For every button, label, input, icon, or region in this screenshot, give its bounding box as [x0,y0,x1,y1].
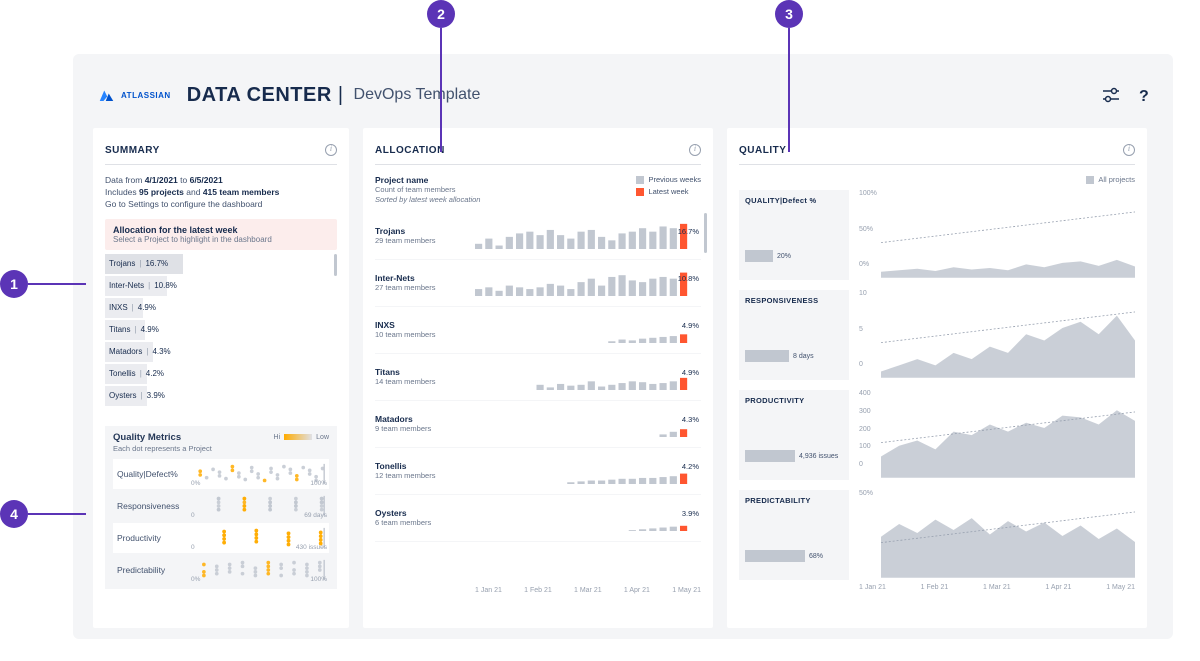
project-item-oysters[interactable]: Oysters|3.9% [105,386,337,406]
allocation-list: Trojans29 team members 16.7%Inter-Nets27… [375,213,701,583]
allocation-row[interactable]: Oysters6 team members 3.9% [375,495,701,542]
quality-row: QUALITY|Defect % 20% 100%50%0% [739,190,1135,280]
qm-legend: Hi Low [274,432,329,443]
quality-chart: 100%50%0% [859,190,1135,280]
project-item-inter-nets[interactable]: Inter-Nets|10.8% [105,276,337,296]
allocation-highlight-box: Allocation for the latest week Select a … [105,219,337,250]
qm-row: Responsiveness 069 days [113,491,329,521]
header: ATLASSIAN DATA CENTER | DevOps Template … [93,72,1153,118]
project-item-matadors[interactable]: Matadors|4.3% [105,342,337,362]
allocation-panel: ALLOCATION Project name Count of team me… [363,128,713,628]
allocation-row[interactable]: Inter-Nets27 team members 10.8% [375,260,701,307]
atlassian-logo-icon [93,82,117,108]
svg-text:?: ? [1139,88,1149,104]
summary-settings-hint: Go to Settings to configure the dashboar… [105,199,337,211]
qm-rows: Quality|Defect% 0%100%Responsiveness 069… [113,459,329,585]
allocation-title: ALLOCATION [375,145,445,156]
allocation-legend: Previous weeks Latest week [636,175,701,205]
project-item-tonellis[interactable]: Tonellis|4.2% [105,364,337,384]
settings-icon[interactable] [1101,87,1121,103]
quality-panel: QUALITY All projects QUALITY|Defect % 20… [727,128,1147,628]
quality-rows: QUALITY|Defect % 20% 100%50%0% RESPONSIV… [739,190,1135,580]
help-icon[interactable]: ? [1135,86,1153,104]
page-title: DATA CENTER [187,84,332,107]
title-divider: | [338,84,344,107]
project-item-inxs[interactable]: INXS|4.9% [105,298,337,318]
project-item-titans[interactable]: Titans|4.9% [105,320,337,340]
allocation-row[interactable]: Titans14 team members 4.9% [375,354,701,401]
quality-metrics-box: Quality Metrics Hi Low Each dot represen… [105,426,337,589]
annotation-4: 4 [0,500,28,528]
page-subtitle: DevOps Template [354,86,481,104]
info-icon[interactable] [689,144,701,156]
allocation-meta: Project name Count of team members Sorte… [375,175,480,205]
quality-tile[interactable]: QUALITY|Defect % 20% [739,190,849,280]
quality-time-axis: 1 Jan 211 Feb 211 Mar 211 Apr 211 May 21 [739,580,1135,591]
scrollbar[interactable] [704,213,707,253]
summary-title: SUMMARY [105,145,160,156]
quality-title: QUALITY [739,145,786,156]
allocation-row[interactable]: INXS10 team members 4.9% [375,307,701,354]
qm-row: Quality|Defect% 0%100% [113,459,329,489]
quality-chart: 50% [859,490,1135,580]
quality-row: RESPONSIVENESS 8 days 1050 [739,290,1135,380]
summary-panel: SUMMARY Data from 4/1/2021 to 6/5/2021 I… [93,128,349,628]
quality-row: PREDICTABILITY 68% 50% [739,490,1135,580]
allocation-row[interactable]: Matadors9 team members 4.3% [375,401,701,448]
annotation-3: 3 [775,0,803,28]
project-list: Trojans|16.7% Inter-Nets|10.8% INXS|4.9%… [105,254,337,416]
quality-tile[interactable]: RESPONSIVENESS 8 days [739,290,849,380]
qm-row: Productivity 0430 issues [113,523,329,553]
quality-tile[interactable]: PREDICTABILITY 68% [739,490,849,580]
allocation-row[interactable]: Tonellis12 team members 4.2% [375,448,701,495]
project-item-trojans[interactable]: Trojans|16.7% [105,254,337,274]
allocation-row[interactable]: Trojans29 team members 16.7% [375,213,701,260]
qm-row: Predictability 0%100% [113,555,329,585]
annotation-1: 1 [0,270,28,298]
dashboard-frame: ATLASSIAN DATA CENTER | DevOps Template … [73,54,1173,639]
quality-chart: 4003002001000 [859,390,1135,480]
quality-legend: All projects [739,175,1135,184]
quality-tile[interactable]: PRODUCTIVITY 4,936 issues [739,390,849,480]
allocation-time-axis: 1 Jan 211 Feb 211 Mar 211 Apr 211 May 21 [375,583,701,594]
summary-includes: Includes 95 projects and 415 team member… [105,187,337,199]
quality-chart: 1050 [859,290,1135,380]
annotation-2: 2 [427,0,455,28]
quality-row: PRODUCTIVITY 4,936 issues 4003002001000 [739,390,1135,480]
info-icon[interactable] [325,144,337,156]
summary-date-range: Data from 4/1/2021 to 6/5/2021 [105,175,337,187]
atlassian-logo: ATLASSIAN [93,82,171,108]
info-icon[interactable] [1123,144,1135,156]
